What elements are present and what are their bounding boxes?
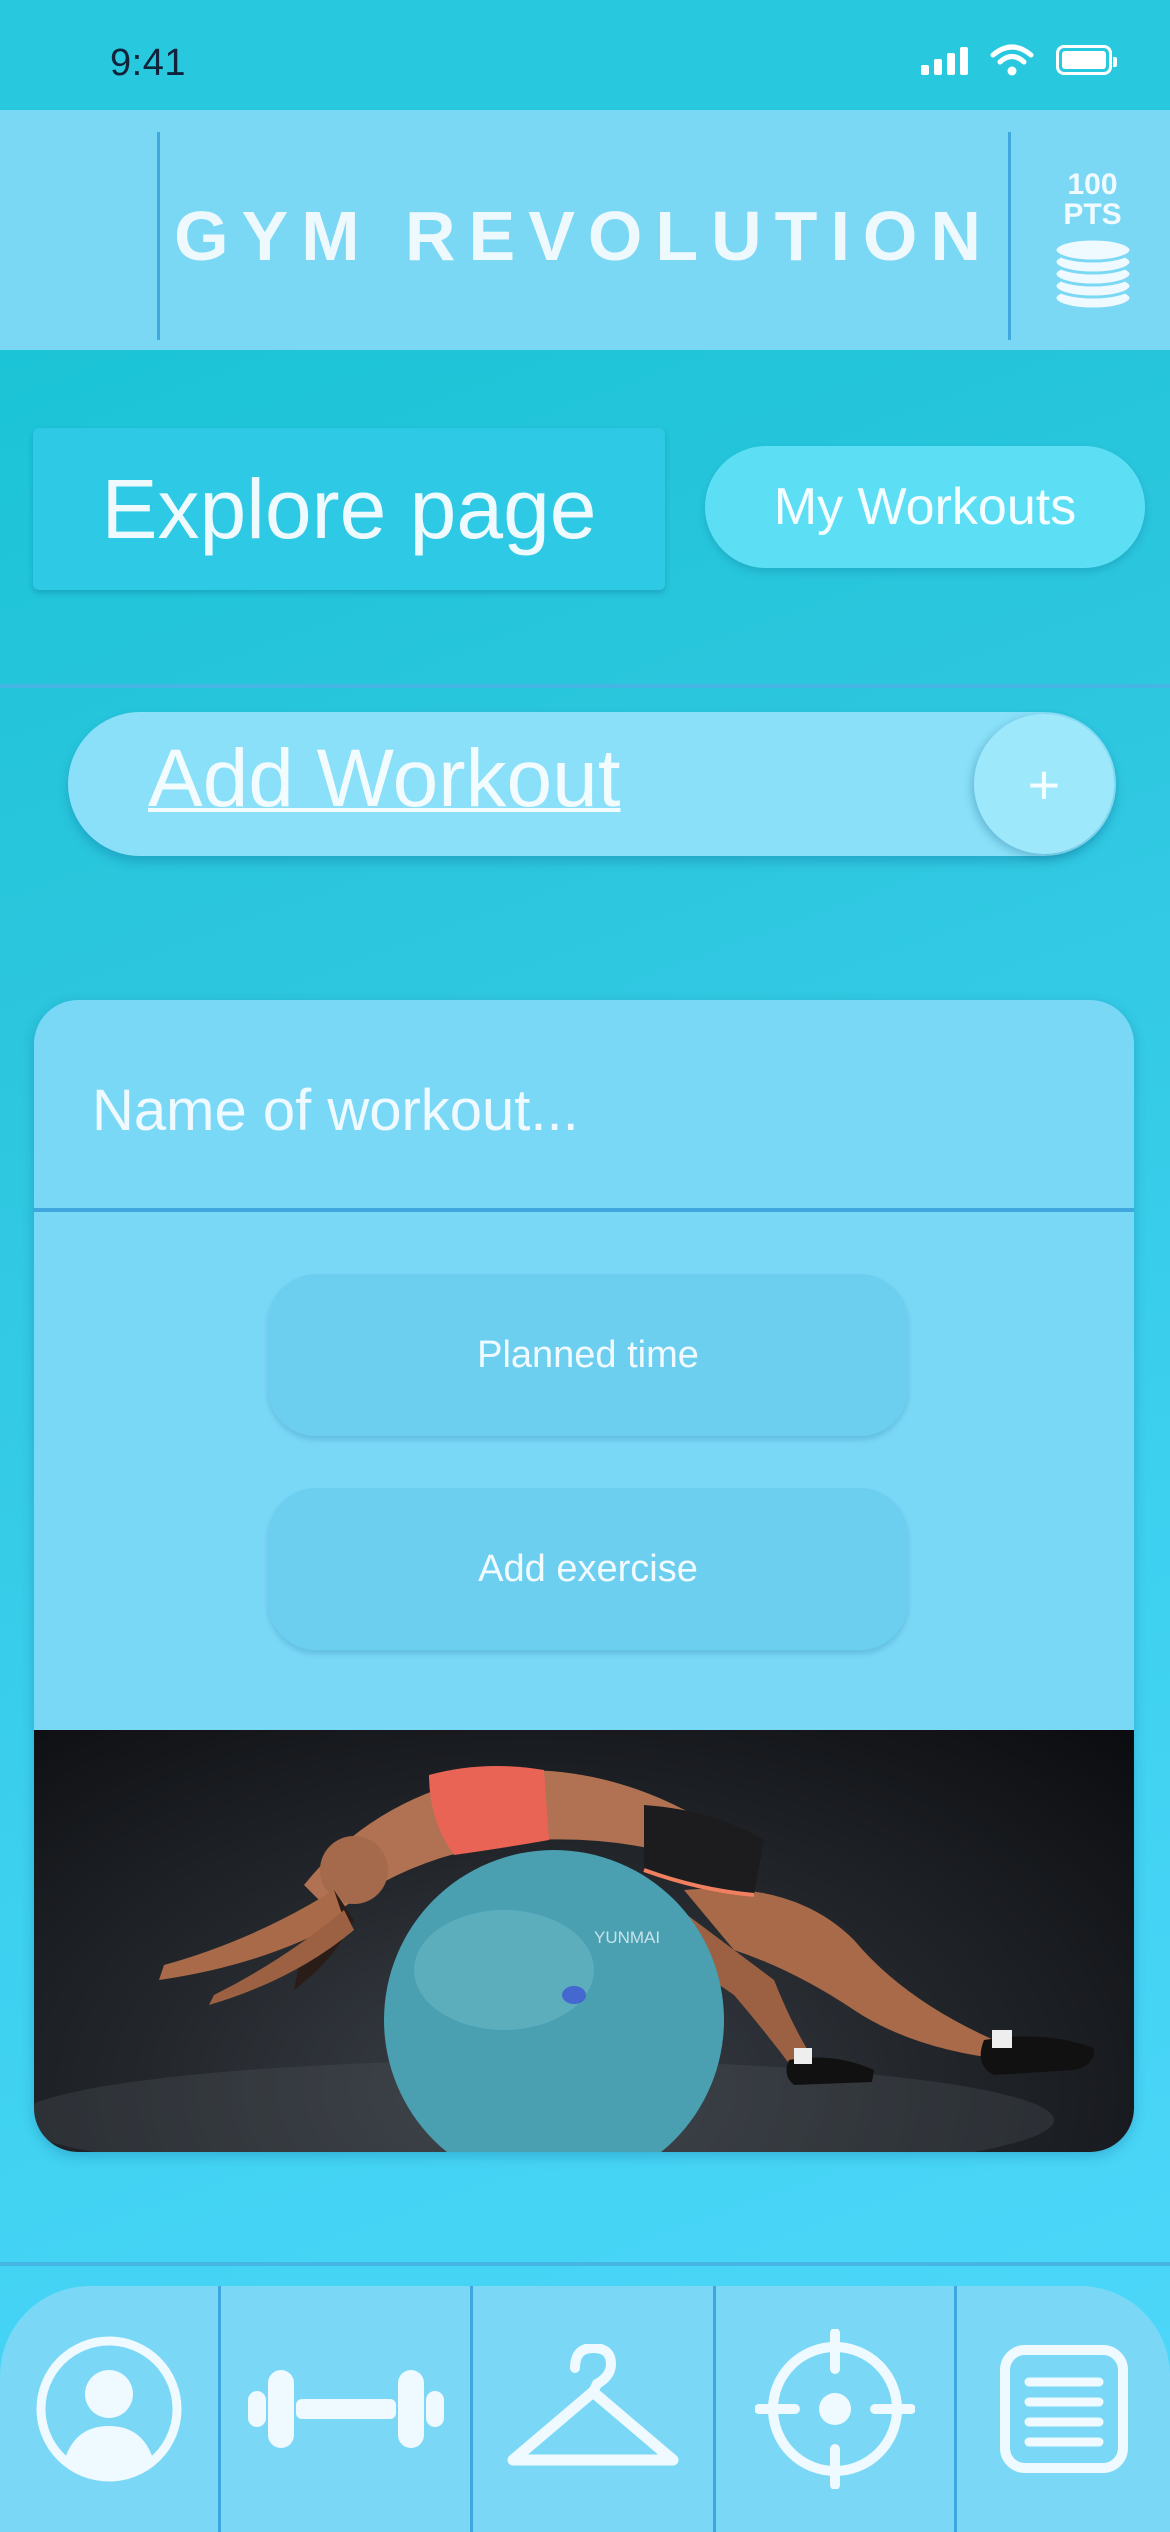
add-exercise-button[interactable]: Add exercise bbox=[268, 1488, 908, 1650]
app-title: GYM REVOLUTION bbox=[174, 197, 994, 275]
tab-profile[interactable] bbox=[0, 2286, 218, 2532]
workout-form-card: Planned time Add exercise YUNMAI bbox=[34, 1000, 1134, 2152]
notes-icon bbox=[999, 2345, 1128, 2473]
status-icons bbox=[921, 44, 1117, 76]
add-workout-bar[interactable]: Add Workout + bbox=[68, 712, 1116, 856]
tab-goals[interactable] bbox=[716, 2286, 954, 2532]
battery-icon bbox=[1056, 45, 1117, 75]
bottom-tab-bar bbox=[0, 2286, 1170, 2532]
planned-time-button[interactable]: Planned time bbox=[268, 1274, 908, 1436]
tab-notes[interactable] bbox=[957, 2286, 1170, 2532]
points-label: PTS bbox=[1063, 198, 1122, 231]
section-divider bbox=[0, 684, 1170, 688]
tab-workouts[interactable] bbox=[221, 2286, 470, 2532]
ball-brand-text: YUNMAI bbox=[594, 1928, 660, 1947]
points-value: 100 bbox=[1067, 168, 1118, 201]
profile-icon bbox=[36, 2336, 182, 2482]
status-time: 9:41 bbox=[110, 42, 186, 84]
dumbbell-icon bbox=[247, 2370, 444, 2448]
target-icon bbox=[755, 2329, 915, 2489]
workout-name-field bbox=[34, 1000, 1134, 1212]
status-bar: 9:41 bbox=[0, 0, 1170, 110]
wifi-icon bbox=[990, 44, 1034, 76]
workout-name-input[interactable] bbox=[92, 1075, 1072, 1145]
tab-wardrobe[interactable] bbox=[473, 2286, 713, 2532]
name-field-underline bbox=[34, 1208, 1134, 1212]
tabbar-divider bbox=[0, 2262, 1170, 2266]
explore-page-button[interactable]: Explore page bbox=[33, 428, 665, 590]
hanger-icon bbox=[507, 2344, 679, 2466]
cellular-signal-icon bbox=[921, 45, 968, 75]
my-workouts-button[interactable]: My Workouts bbox=[705, 446, 1145, 568]
add-workout-plus-button[interactable]: + bbox=[974, 714, 1114, 854]
header-divider bbox=[1008, 132, 1011, 340]
app-header: GYM REVOLUTION 100 PTS bbox=[0, 110, 1170, 350]
header-divider bbox=[157, 132, 160, 340]
coins-icon bbox=[1053, 237, 1132, 311]
points-badge[interactable]: 100 PTS bbox=[1040, 170, 1145, 317]
add-workout-link[interactable]: Add Workout bbox=[148, 732, 621, 826]
workout-photo: YUNMAI bbox=[34, 1730, 1134, 2152]
